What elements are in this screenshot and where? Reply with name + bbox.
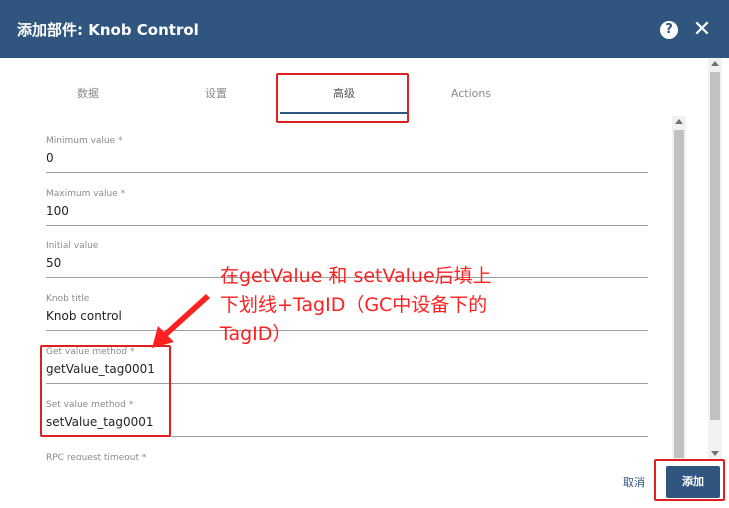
dialog-title: 添加部件: Knob Control <box>17 21 199 39</box>
dialog-scrollbar[interactable] <box>708 58 722 460</box>
annotation-line: 下划线+TagID（GC中设备下的 <box>220 294 488 316</box>
field-underline <box>46 436 648 437</box>
get-value-method-input[interactable]: getValue_tag0001 <box>46 362 155 376</box>
set-value-method-field[interactable]: Set value method * setValue_tag0001 <box>46 400 648 450</box>
tab-data[interactable]: 数据 <box>24 74 152 114</box>
knob-title-input[interactable]: Knob control <box>46 309 122 323</box>
scroll-down-arrow-icon[interactable] <box>711 451 719 456</box>
tab-advanced[interactable]: 高级 <box>280 74 408 114</box>
field-label: Initial value <box>46 241 99 251</box>
arrow-shape <box>152 294 210 348</box>
annotation-line: TagID） <box>220 323 292 345</box>
tab-bar: 数据 设置 高级 Actions <box>24 74 664 114</box>
tab-actions[interactable]: Actions <box>408 74 534 114</box>
minimum-value-input[interactable]: 0 <box>46 151 54 165</box>
dialog-header: 添加部件: Knob Control ? ✕ <box>0 0 729 58</box>
field-label: Maximum value * <box>46 189 126 199</box>
field-underline <box>46 225 648 226</box>
scroll-up-arrow-icon[interactable] <box>711 61 719 66</box>
annotation-line: 在getValue 和 setValue后填上 <box>220 265 492 287</box>
form-scrollbar[interactable] <box>672 116 686 462</box>
scrollbar-thumb[interactable] <box>674 130 684 458</box>
dialog-footer <box>0 460 708 508</box>
field-label: Minimum value * <box>46 136 123 146</box>
set-value-method-input[interactable]: setValue_tag0001 <box>46 415 154 429</box>
get-value-method-field[interactable]: Get value method * getValue_tag0001 <box>46 347 648 397</box>
tab-settings[interactable]: 设置 <box>152 74 280 114</box>
maximum-value-field[interactable]: Maximum value * 100 <box>46 189 648 239</box>
field-label: Knob title <box>46 294 90 304</box>
add-widget-dialog: 添加部件: Knob Control ? ✕ 数据 设置 高级 Actions … <box>0 0 729 508</box>
annotation-note: 在getValue 和 setValue后填上 下划线+TagID（GC中设备下… <box>220 262 560 349</box>
scrollbar-thumb[interactable] <box>710 72 720 420</box>
annotation-arrow-icon <box>152 294 210 348</box>
minimum-value-field[interactable]: Minimum value * 0 <box>46 136 648 186</box>
field-underline <box>46 383 648 384</box>
cancel-button[interactable]: 取消 <box>614 475 654 491</box>
initial-value-input[interactable]: 50 <box>46 256 61 270</box>
maximum-value-input[interactable]: 100 <box>46 204 69 218</box>
add-button[interactable]: 添加 <box>666 466 720 498</box>
scroll-up-arrow-icon[interactable] <box>675 119 683 124</box>
field-label: Get value method * <box>46 347 135 357</box>
field-label: Set value method * <box>46 400 134 410</box>
field-underline <box>46 172 648 173</box>
help-icon[interactable]: ? <box>660 21 678 39</box>
close-icon[interactable]: ✕ <box>691 17 713 43</box>
